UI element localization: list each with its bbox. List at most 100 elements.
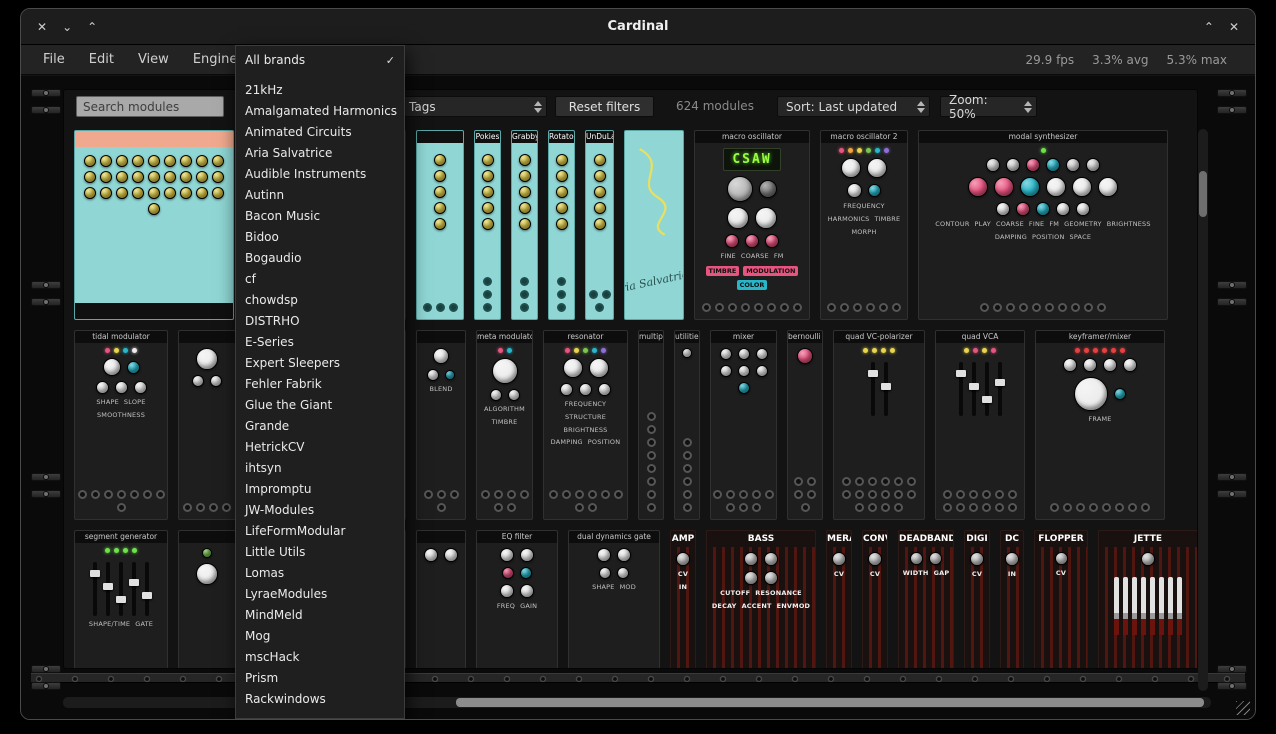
module-card[interactable]: meta modulatorALGORITHMTIMBRE [476, 330, 533, 520]
brand-menu-item[interactable]: Grande [236, 416, 404, 437]
module-card[interactable]: Rotatoes [548, 130, 575, 320]
module-card[interactable]: BLEND [416, 330, 466, 520]
brand-menu-item[interactable]: Audible Instruments [236, 164, 404, 185]
module-card[interactable]: BASSCUTOFFRESONANCEDECAYACCENTENVMOD [706, 530, 816, 668]
brand-menu-item[interactable]: E-Series [236, 332, 404, 353]
module-card[interactable]: JETTE [1098, 530, 1197, 668]
brand-menu-item[interactable]: 21kHz [236, 80, 404, 101]
brand-menu-item[interactable]: Animated Circuits [236, 122, 404, 143]
module-card[interactable]: Aria Salvatrice [624, 130, 684, 320]
brand-menu-item[interactable]: LyraeModules [236, 584, 404, 605]
brand-menu-item[interactable]: ihtsyn [236, 458, 404, 479]
brand-menu-item[interactable]: Bidoo [236, 227, 404, 248]
knob-row [720, 348, 768, 360]
brand-menu-item[interactable]: JW-Modules [236, 500, 404, 521]
module-card[interactable]: keyframer/mixerFRAME [1035, 330, 1165, 520]
search-input[interactable] [76, 96, 224, 117]
module-card[interactable]: macro oscillator 2FREQUENCYHARMONICSTIMB… [820, 130, 908, 320]
knob-column [519, 148, 531, 230]
brand-menu-item[interactable]: chowdsp [236, 290, 404, 311]
labels: CV [972, 571, 982, 579]
module-card[interactable]: quad VCA [935, 330, 1025, 520]
brand-menu-item[interactable]: Bogaudio [236, 248, 404, 269]
module-card[interactable]: quad VC-polarizer [833, 330, 925, 520]
module-card[interactable] [416, 530, 466, 668]
port [1141, 503, 1150, 512]
brand-menu-item[interactable]: Fehler Fabrik [236, 374, 404, 395]
module-card[interactable]: multiples [638, 330, 664, 520]
module-card[interactable]: DIGICV [964, 530, 990, 668]
window-minimize-button[interactable]: ⌄ [62, 20, 72, 34]
window-close-button[interactable]: ✕ [37, 20, 47, 34]
module-card[interactable]: EQ filterFREQGAIN [476, 530, 558, 668]
module-card[interactable]: segment generatorSHAPE/TIMEGATE [74, 530, 168, 668]
module-card[interactable]: AMPCVIN [670, 530, 696, 668]
label: CV [870, 571, 880, 579]
brand-menu-item[interactable]: Lomas [236, 563, 404, 584]
knob-row [433, 348, 449, 364]
module-card[interactable]: DCIN [1000, 530, 1024, 668]
scrollbar-thumb[interactable] [1199, 171, 1207, 217]
module-card[interactable]: MERACV [826, 530, 852, 668]
label: CV [1056, 570, 1066, 578]
port [602, 290, 611, 299]
module-card[interactable] [178, 330, 236, 520]
brand-menu-item[interactable]: Impromptu [236, 479, 404, 500]
brand-menu-item[interactable]: MindMeld [236, 605, 404, 626]
scrollbar-thumb[interactable] [456, 698, 1204, 707]
brand-menu-item[interactable]: Glue the Giant [236, 395, 404, 416]
brand-menu-item[interactable]: All brands✓ [236, 50, 404, 71]
brand-menu-item[interactable]: LifeFormModular [236, 521, 404, 542]
module-card[interactable] [416, 130, 464, 320]
module-card[interactable]: dual dynamics gateSHAPEMOD [568, 530, 660, 668]
module-body: FRAME [1036, 343, 1164, 519]
brand-menu-item[interactable]: Prism [236, 668, 404, 689]
sort-select[interactable]: Sort: Last updated [777, 96, 930, 117]
module-card[interactable]: modal synthesizerCONTOURPLAYCOARSEFINEFM… [918, 130, 1168, 320]
module-card[interactable]: FLOPPERCV [1034, 530, 1088, 668]
module-card[interactable] [178, 530, 236, 668]
module-card[interactable]: resonatorFREQUENCYSTRUCTUREBRIGHTNESSDAM… [543, 330, 628, 520]
module-card[interactable]: macro oscillatorCSAWFINECOARSEFMTIMBREMO… [694, 130, 810, 320]
window-maximize-button[interactable]: ⌃ [87, 20, 97, 34]
brand-menu-item[interactable]: Mog [236, 626, 404, 647]
window-shade-button[interactable]: ⌃ [1204, 20, 1214, 34]
module-card[interactable]: bernoulli gate [787, 330, 823, 520]
module-card[interactable]: UnDuLaR [585, 130, 614, 320]
brand-menu-item[interactable]: mscHack [236, 647, 404, 668]
brand-menu-item[interactable]: Expert Sleepers [236, 353, 404, 374]
port [866, 303, 875, 312]
brand-menu-item-label: E-Series [245, 332, 294, 353]
knob-row [502, 567, 532, 579]
brand-menu-item[interactable]: Rackwindows [236, 689, 404, 710]
module-card[interactable]: tidal modulatorSHAPESLOPESMOOTHNESS [74, 330, 168, 520]
ports [641, 412, 661, 514]
brand-menu-item[interactable]: DISTRHO [236, 311, 404, 332]
reset-filters-button[interactable]: Reset filters [555, 96, 654, 117]
brand-menu-item[interactable]: HetrickCV [236, 437, 404, 458]
module-card[interactable]: mixer [710, 330, 777, 520]
module-card[interactable] [74, 130, 234, 320]
resize-grip[interactable] [1236, 701, 1250, 715]
module-card[interactable]: Grabby [511, 130, 538, 320]
module-card[interactable]: CONVCV [862, 530, 888, 668]
brand-menu-item[interactable]: cf [236, 269, 404, 290]
module-card[interactable]: utilities [674, 330, 700, 520]
tags-filter-select[interactable]: Tags [400, 96, 547, 117]
brand-menu-item[interactable]: Bacon Music [236, 206, 404, 227]
brand-menu-item[interactable]: Little Utils [236, 542, 404, 563]
module-card[interactable]: DEADBANDWIDTHGAP [898, 530, 954, 668]
label: DAMPING [551, 439, 583, 447]
knob-row [738, 382, 750, 394]
window-close-button[interactable]: ✕ [1229, 20, 1239, 34]
rack-rail [1217, 682, 1247, 690]
knob [910, 552, 923, 565]
brand-menu-item[interactable]: Autinn [236, 185, 404, 206]
ports [980, 303, 1106, 314]
zoom-select[interactable]: Zoom: 50% [940, 96, 1037, 117]
brand-menu-item[interactable]: Amalgamated Harmonics [236, 101, 404, 122]
brand-menu-item[interactable]: Aria Salvatrice [236, 143, 404, 164]
module-card[interactable]: Pokies [474, 130, 501, 320]
tube [1159, 577, 1164, 635]
rack-vertical-scrollbar[interactable] [1198, 129, 1208, 691]
